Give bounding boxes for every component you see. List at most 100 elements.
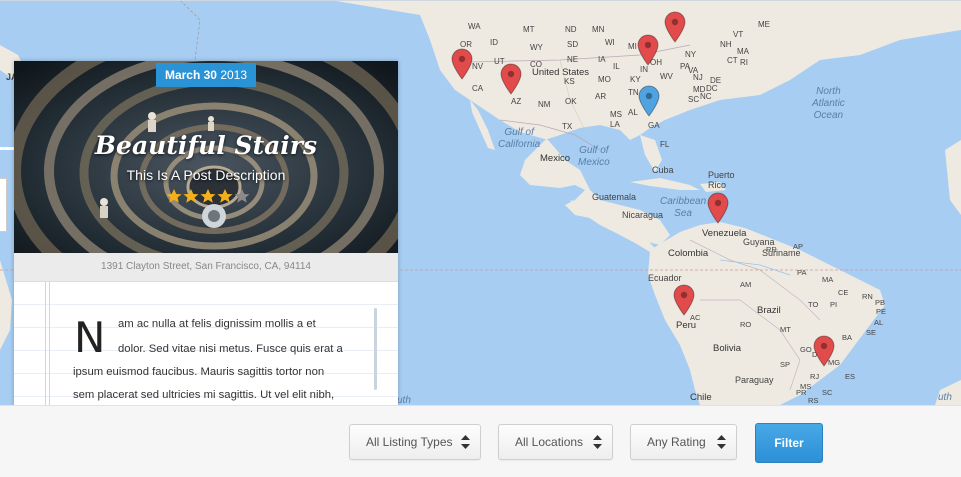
label-ecuador: Ecuador — [648, 273, 682, 283]
label-gulf-california: Gulf of California — [498, 127, 541, 150]
listing-address: 1391 Clayton Street, San Francisco, CA, … — [14, 253, 398, 282]
state-label: MO — [598, 75, 611, 84]
region-label: TO — [808, 300, 819, 309]
region-label: CE — [838, 288, 849, 297]
state-label: SC — [688, 95, 700, 104]
listing-photo[interactable]: March 30 2013 Beautiful Stairs This Is A… — [14, 61, 398, 253]
star-icon — [166, 189, 182, 203]
state-label: CT — [727, 56, 738, 65]
pin-arizona[interactable] — [500, 63, 522, 95]
map-zoom-control[interactable] — [0, 178, 7, 232]
margin-line-left-2 — [49, 282, 50, 406]
pin-peru[interactable] — [673, 284, 695, 316]
region-label: RN — [862, 292, 873, 301]
state-label: VA — [688, 66, 699, 75]
label-puerto-rico: Puerto Rico — [708, 170, 735, 190]
body-line-3: ipsum euismod faucibus. Mauris sagittis … — [73, 366, 325, 378]
state-label: ND — [565, 25, 577, 34]
region-label: MT — [780, 325, 791, 334]
state-label: AZ — [511, 97, 522, 106]
state-label: KS — [564, 77, 575, 86]
label-venezuela: Venezuela — [702, 228, 747, 239]
label-north-atlantic: North Atlantic Ocean — [812, 86, 845, 121]
state-label: WY — [530, 43, 543, 52]
region-label: RO — [740, 320, 752, 329]
listing-scrollbar[interactable] — [374, 308, 377, 390]
label-guatemala: Guatemala — [592, 192, 637, 202]
state-label: GA — [648, 121, 660, 130]
map-control-edge — [0, 147, 14, 150]
pin-georgia[interactable] — [638, 85, 660, 117]
body-line-2: dolor. Sed vitae nisi metus. Fusce quis … — [118, 343, 343, 355]
region-label: PI — [830, 300, 838, 309]
pin-venezuela[interactable] — [707, 192, 729, 224]
body-line-1: am ac nulla at felis dignissim mollis a … — [118, 318, 316, 330]
label-south-ocean: uth — [397, 395, 411, 405]
state-label: WV — [660, 72, 673, 81]
label-colombia: Colombia — [668, 248, 709, 259]
state-label: TX — [562, 122, 573, 131]
filter-button[interactable]: Filter — [755, 423, 823, 463]
region-label: AM — [740, 280, 752, 289]
rating-label: Any Rating — [647, 435, 706, 449]
state-label: NV — [472, 62, 484, 71]
region-label: PE — [876, 307, 887, 316]
state-label: FL — [660, 140, 670, 149]
pin-ohio[interactable] — [637, 34, 659, 66]
state-label: IL — [613, 62, 620, 71]
region-label: ES — [845, 372, 856, 381]
margin-line-left — [45, 282, 46, 406]
body-line-4: sem placerat sed ultricies mi sagittis. … — [73, 389, 335, 401]
pin-brazil[interactable] — [813, 335, 835, 367]
label-paraguay: Paraguay — [735, 375, 774, 385]
state-label: NY — [685, 50, 697, 59]
star-icon — [234, 189, 250, 203]
region-label: RJ — [810, 372, 820, 381]
state-label: RI — [740, 58, 748, 67]
region-label: SP — [780, 360, 791, 369]
region-label: RS — [808, 396, 819, 405]
dropcap-letter: N — [74, 313, 106, 362]
select-arrows-icon — [717, 435, 726, 449]
state-label: ID — [490, 38, 498, 47]
state-label: CA — [472, 84, 484, 93]
state-label: MT — [523, 25, 535, 34]
region-label: PR — [796, 388, 807, 397]
date-year: 2013 — [220, 68, 248, 82]
label-caribbean: Caribbean Sea — [660, 196, 707, 219]
locations-select[interactable]: All Locations — [498, 424, 613, 460]
label-mexico: Mexico — [540, 153, 571, 164]
rating-select[interactable]: Any Rating — [630, 424, 737, 460]
region-label: PB — [875, 298, 886, 307]
state-label: AR — [595, 92, 607, 101]
state-label: MA — [737, 47, 749, 56]
state-label: MS — [610, 110, 622, 119]
pin-california[interactable] — [451, 48, 473, 80]
state-label: MN — [592, 25, 605, 34]
state-label: AL — [628, 108, 638, 117]
pin-new-york[interactable] — [664, 11, 686, 43]
state-label: ME — [758, 20, 770, 29]
filter-bar: All Listing Types All Locations Any Rati… — [0, 405, 961, 477]
region-label: PA — [797, 268, 807, 277]
state-label: SD — [567, 40, 579, 49]
state-label: KY — [630, 75, 641, 84]
region-label: RR — [766, 245, 777, 254]
state-label: IN — [640, 65, 648, 74]
listing-types-select[interactable]: All Listing Types — [349, 424, 481, 460]
listing-title: Beautiful Stairs — [94, 131, 318, 160]
label-cuba: Cuba — [652, 165, 674, 175]
state-label: NC — [700, 92, 712, 101]
region-label: GO — [800, 345, 812, 354]
label-brazil: Brazil — [757, 305, 781, 316]
rating-stars — [166, 188, 250, 204]
listing-card[interactable]: March 30 2013 Beautiful Stairs This Is A… — [14, 61, 398, 406]
state-label: NM — [538, 100, 551, 109]
region-label: AL — [874, 318, 884, 327]
select-arrows-icon — [461, 435, 470, 449]
label-south-ocean-right: uth — [938, 392, 952, 403]
state-label: OK — [565, 97, 577, 106]
state-label: NE — [567, 55, 579, 64]
label-gulf-mexico: Gulf of Mexico — [578, 145, 610, 168]
region-label: MA — [822, 275, 834, 284]
